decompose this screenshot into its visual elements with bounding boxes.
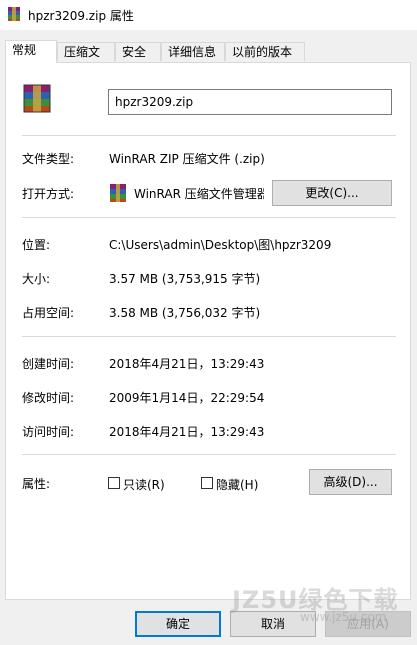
change-button[interactable]: 更改(C)... (272, 180, 392, 206)
ok-button[interactable]: 确定 (135, 611, 221, 637)
tab-security[interactable]: 安全 (115, 42, 161, 61)
divider (22, 217, 396, 218)
created-label: 创建时间: (22, 357, 75, 371)
open-with-value: WinRAR 压缩文件管理器 (134, 187, 264, 201)
divider (22, 336, 396, 337)
watermark-url: www.jz5u.com (300, 610, 387, 624)
winrar-archive-icon (23, 84, 51, 113)
disk-size-value: 3.58 MB (3,756,032 字节) (109, 306, 261, 320)
file-name-field[interactable]: hpzr3209.zip (108, 89, 392, 115)
location-value: C:\Users\admin\Desktop\图\hpzr3209 (109, 238, 332, 252)
size-label: 大小: (22, 272, 51, 286)
divider (22, 454, 396, 455)
modified-value: 2009年1月14日，22:29:54 (109, 391, 265, 405)
readonly-label[interactable]: 只读(R) (123, 476, 165, 493)
window-title: hpzr3209.zip 属性 (28, 9, 134, 23)
file-type-label: 文件类型: (22, 152, 75, 166)
accessed-value: 2018年4月21日，13:29:43 (109, 425, 265, 439)
general-panel: hpzr3209.zip 文件类型: WinRAR ZIP 压缩文件 (.zip… (5, 62, 411, 600)
tab-general[interactable]: 常规 (5, 40, 57, 63)
tab-archive[interactable]: 压缩文件 (57, 42, 115, 78)
hidden-checkbox[interactable] (201, 477, 213, 489)
size-value: 3.57 MB (3,753,915 字节) (109, 272, 261, 286)
tab-details[interactable]: 详细信息 (161, 42, 225, 61)
created-value: 2018年4月21日，13:29:43 (109, 357, 265, 371)
disk-size-label: 占用空间: (22, 306, 75, 320)
title-bar: hpzr3209.zip 属性 (0, 0, 417, 30)
attributes-label: 属性: (22, 477, 51, 491)
modified-label: 修改时间: (22, 391, 75, 405)
open-with-label: 打开方式: (22, 187, 75, 201)
accessed-label: 访问时间: (22, 425, 75, 439)
location-label: 位置: (22, 238, 51, 252)
divider (22, 135, 396, 136)
winrar-archive-icon (8, 7, 20, 21)
winrar-app-icon (110, 184, 126, 202)
readonly-checkbox[interactable] (108, 477, 120, 489)
advanced-button[interactable]: 高级(D)... (309, 469, 392, 495)
file-type-value: WinRAR ZIP 压缩文件 (.zip) (109, 152, 265, 166)
tab-previous-versions[interactable]: 以前的版本 (225, 42, 305, 61)
hidden-label[interactable]: 隐藏(H) (216, 476, 258, 493)
